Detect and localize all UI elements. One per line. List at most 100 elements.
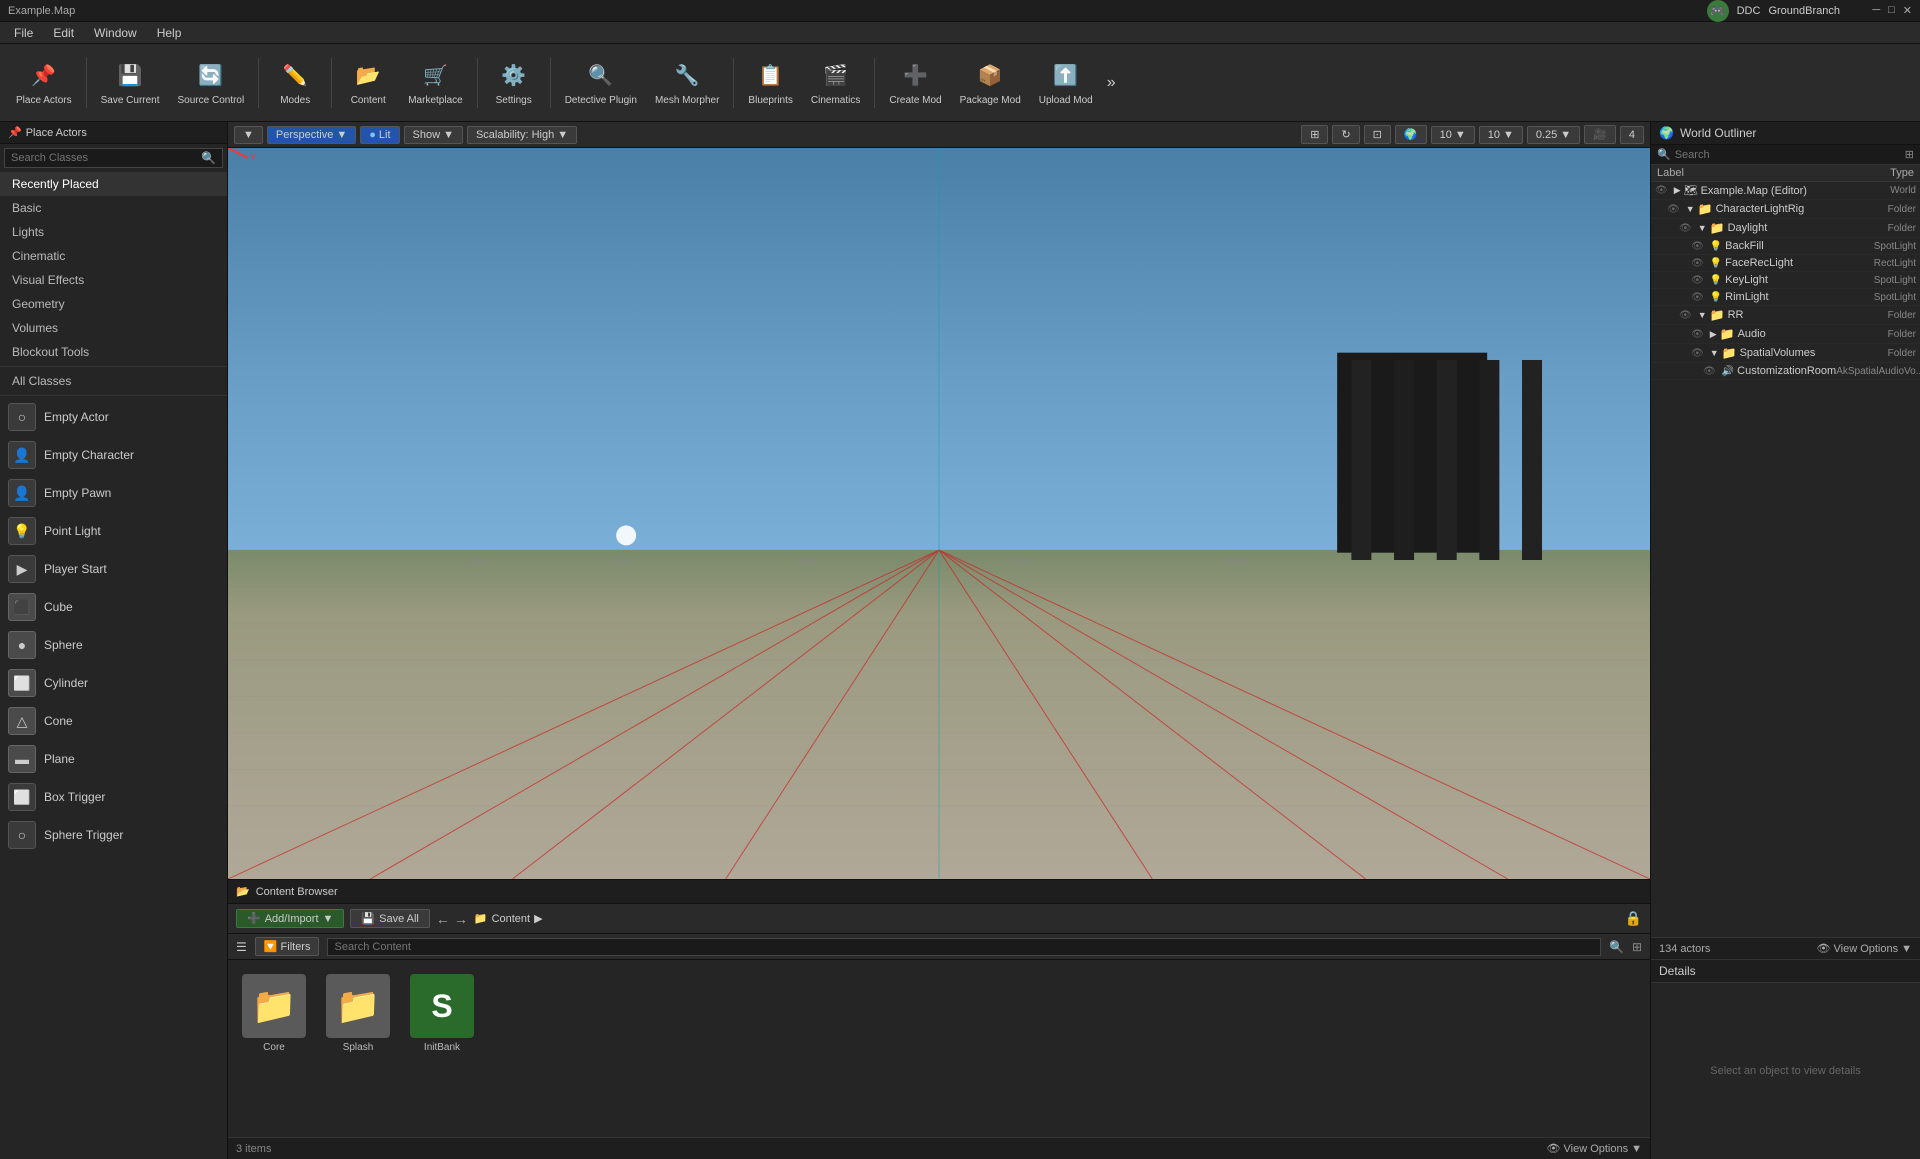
ddc-label[interactable]: DDC: [1737, 5, 1761, 17]
visibility-icon-9[interactable]: 👁: [1691, 348, 1704, 359]
visibility-icon-5[interactable]: 👁: [1691, 275, 1704, 286]
package-mod-btn[interactable]: 📦 Package Mod: [952, 55, 1029, 110]
actor-cube[interactable]: ⬛ Cube: [0, 588, 227, 626]
cb-item-core[interactable]: 📁 Core: [238, 970, 310, 1057]
upload-mod-btn[interactable]: ⬆️ Upload Mod: [1031, 55, 1101, 110]
create-mod-btn[interactable]: ➕ Create Mod: [881, 55, 949, 110]
outliner-row-spatial-volumes[interactable]: 👁 ▼ 📁 SpatialVolumes Folder: [1651, 344, 1920, 363]
actor-sphere-trigger[interactable]: ○ Sphere Trigger: [0, 816, 227, 854]
filters-btn[interactable]: 🔽 Filters: [255, 937, 320, 956]
category-recently-placed[interactable]: Recently Placed: [0, 172, 227, 196]
add-import-btn[interactable]: ➕ Add/Import ▼: [236, 909, 344, 928]
mesh-morpher-btn[interactable]: 🔧 Mesh Morpher: [647, 55, 727, 110]
actor-cylinder[interactable]: ⬜ Cylinder: [0, 664, 227, 702]
cb-item-splash[interactable]: 📁 Splash: [322, 970, 394, 1057]
actor-point-light[interactable]: 💡 Point Light: [0, 512, 227, 550]
content-btn[interactable]: 📂 Content: [338, 55, 398, 110]
place-actors-btn[interactable]: 📌 Place Actors: [8, 55, 80, 110]
outliner-col-type[interactable]: Type: [1814, 167, 1914, 179]
content-path-label[interactable]: Content: [492, 913, 531, 925]
visibility-icon-1[interactable]: 👁: [1667, 204, 1680, 215]
vp-arrow-btn[interactable]: ▼: [234, 126, 263, 144]
vp-scalability-btn[interactable]: Scalability: High ▼: [467, 126, 577, 144]
settings-btn[interactable]: ⚙️ Settings: [484, 55, 544, 110]
vp-translate-btn[interactable]: ⊞: [1301, 125, 1328, 144]
cb-forward-btn[interactable]: →: [454, 911, 468, 927]
cb-item-initbank[interactable]: S InitBank: [406, 970, 478, 1057]
visibility-icon-2[interactable]: 👁: [1679, 223, 1692, 234]
actor-empty-actor[interactable]: ○ Empty Actor: [0, 398, 227, 436]
blueprints-btn[interactable]: 📋 Blueprints: [740, 55, 800, 110]
visibility-icon-4[interactable]: 👁: [1691, 258, 1704, 269]
vp-scale-snap-btn[interactable]: 0.25 ▼: [1527, 126, 1580, 144]
outliner-view-options[interactable]: 👁 View Options ▼: [1817, 942, 1912, 955]
modes-btn[interactable]: ✏️ Modes: [265, 55, 325, 110]
visibility-icon-0[interactable]: 👁: [1655, 185, 1668, 196]
source-control-btn[interactable]: 🔄 Source Control: [170, 55, 253, 110]
vp-show-btn[interactable]: Show ▼: [404, 126, 463, 144]
save-current-btn[interactable]: 💾 Save Current: [93, 55, 168, 110]
row-triangle-8: ▶: [1710, 329, 1717, 340]
category-basic[interactable]: Basic: [0, 196, 227, 220]
search-classes-input[interactable]: [11, 152, 201, 164]
vp-grid-btn[interactable]: 10 ▼: [1431, 126, 1475, 144]
cb-lock-btn[interactable]: 🔒: [1625, 910, 1642, 927]
visibility-icon-10[interactable]: 👁: [1703, 366, 1716, 377]
menu-window[interactable]: Window: [84, 24, 147, 42]
visibility-icon-8[interactable]: 👁: [1691, 329, 1704, 340]
category-lights[interactable]: Lights: [0, 220, 227, 244]
outliner-row-customization-room[interactable]: 👁 🔊 CustomizationRoom AkSpatialAudioVo..…: [1651, 363, 1920, 380]
eye-icon: 👁: [1547, 1142, 1561, 1155]
outliner-row-char-light-rig[interactable]: 👁 ▼ 📁 CharacterLightRig Folder: [1651, 200, 1920, 219]
category-blockout-tools[interactable]: Blockout Tools: [0, 340, 227, 364]
category-volumes[interactable]: Volumes: [0, 316, 227, 340]
actor-empty-pawn[interactable]: 👤 Empty Pawn: [0, 474, 227, 512]
outliner-row-rimlight[interactable]: 👁 💡 RimLight SpotLight: [1651, 289, 1920, 306]
outliner-row-keylight[interactable]: 👁 💡 KeyLight SpotLight: [1651, 272, 1920, 289]
outliner-row-backfill[interactable]: 👁 💡 BackFill SpotLight: [1651, 238, 1920, 255]
outliner-row-face-rec-light[interactable]: 👁 💡 FaceRecLight RectLight: [1651, 255, 1920, 272]
cinematics-btn[interactable]: 🎬 Cinematics: [803, 55, 868, 110]
category-cinematic[interactable]: Cinematic: [0, 244, 227, 268]
outliner-row-rr[interactable]: 👁 ▼ 📁 RR Folder: [1651, 306, 1920, 325]
viewport-canvas[interactable]: 10m 25m 50m 75m 100m X Y Z: [228, 148, 1650, 879]
outliner-col-label[interactable]: Label: [1657, 167, 1814, 179]
vp-scale-btn[interactable]: ⊡: [1364, 125, 1391, 144]
vp-camera-speed-btn[interactable]: 🎥: [1584, 125, 1616, 144]
vp-rotate-btn[interactable]: ↻: [1332, 125, 1359, 144]
actor-empty-character[interactable]: 👤 Empty Character: [0, 436, 227, 474]
outliner-row-audio[interactable]: 👁 ▶ 📁 Audio Folder: [1651, 325, 1920, 344]
detective-plugin-btn[interactable]: 🔍 Detective Plugin: [557, 55, 645, 110]
visibility-icon-6[interactable]: 👁: [1691, 292, 1704, 303]
vp-coord-btn[interactable]: 🌍: [1395, 125, 1427, 144]
category-all-classes[interactable]: All Classes: [0, 369, 227, 393]
menu-edit[interactable]: Edit: [43, 24, 84, 42]
category-visual-effects[interactable]: Visual Effects: [0, 268, 227, 292]
menu-file[interactable]: File: [4, 24, 43, 42]
save-all-btn[interactable]: 💾 Save All: [350, 909, 429, 928]
actor-box-trigger[interactable]: ⬜ Box Trigger: [0, 778, 227, 816]
vp-rotation-snap-btn[interactable]: 10 ▼: [1479, 126, 1523, 144]
wo-search-options-btn[interactable]: ⊞: [1905, 148, 1914, 161]
actor-sphere[interactable]: ● Sphere: [0, 626, 227, 664]
visibility-icon-7[interactable]: 👁: [1679, 310, 1692, 321]
marketplace-btn[interactable]: 🛒 Marketplace: [400, 55, 470, 110]
vp-lit-btn[interactable]: ● Lit: [360, 126, 399, 144]
wo-search-input[interactable]: [1675, 149, 1901, 161]
toolbar-more-btn[interactable]: »: [1103, 70, 1120, 96]
point-light-label: Point Light: [44, 524, 101, 538]
outliner-row-example-map[interactable]: 👁 ▶ 🗺 Example.Map (Editor) World: [1651, 182, 1920, 200]
vp-perspective-btn[interactable]: Perspective ▼: [267, 126, 356, 144]
cb-view-grid-icon[interactable]: ⊞: [1632, 940, 1642, 954]
visibility-icon-3[interactable]: 👁: [1691, 241, 1704, 252]
vp-screen-pct-btn[interactable]: 4: [1620, 126, 1644, 144]
view-options-btn[interactable]: 👁 View Options ▼: [1547, 1142, 1642, 1155]
actor-cone[interactable]: △ Cone: [0, 702, 227, 740]
menu-help[interactable]: Help: [147, 24, 192, 42]
outliner-row-daylight[interactable]: 👁 ▼ 📁 Daylight Folder: [1651, 219, 1920, 238]
content-search-input[interactable]: [327, 938, 1601, 956]
actor-plane[interactable]: ▬ Plane: [0, 740, 227, 778]
cb-back-btn[interactable]: ←: [436, 911, 450, 927]
category-geometry[interactable]: Geometry: [0, 292, 227, 316]
actor-player-start[interactable]: ▶ Player Start: [0, 550, 227, 588]
